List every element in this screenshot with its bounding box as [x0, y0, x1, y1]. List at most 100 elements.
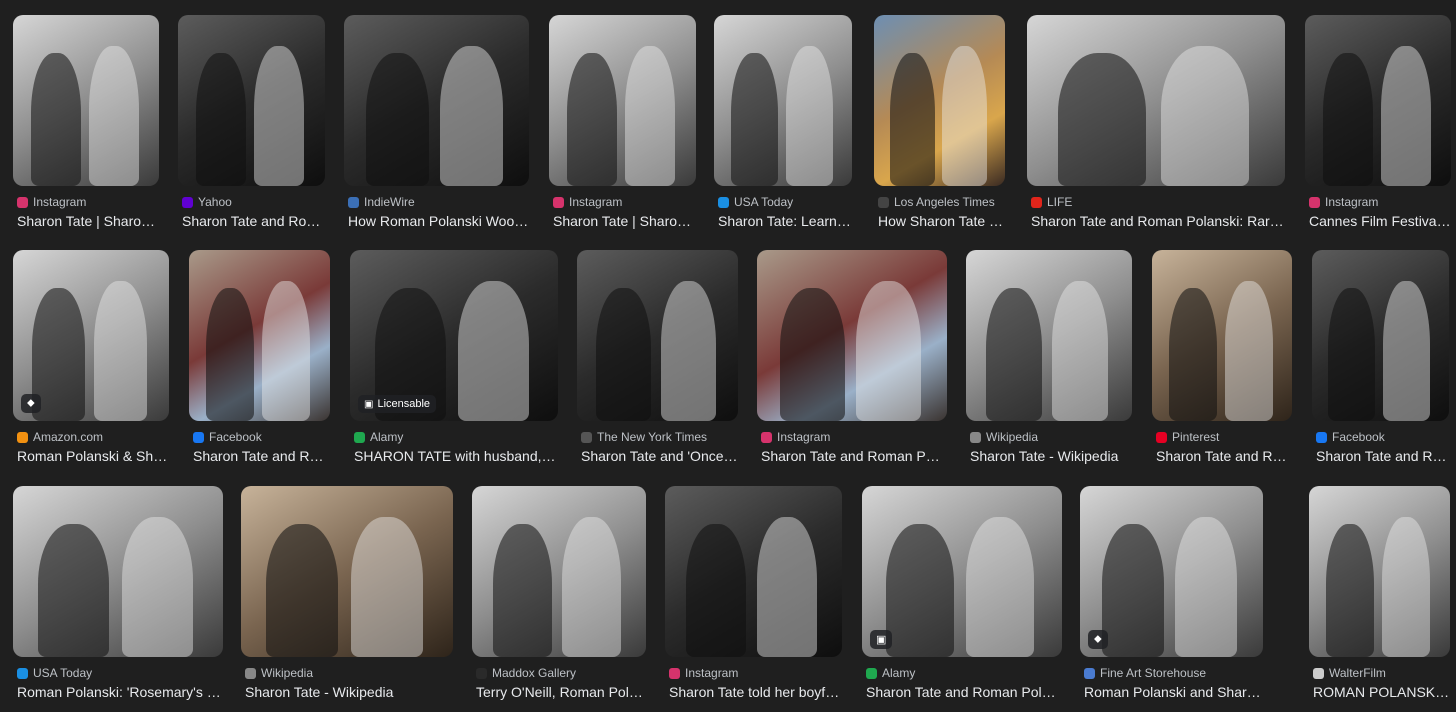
- result-thumbnail[interactable]: [344, 15, 529, 186]
- result-source[interactable]: Fine Art Storehouse: [1084, 665, 1263, 681]
- result-source[interactable]: Yahoo: [182, 194, 325, 210]
- image-result-card[interactable]: Maddox Gallery Terry O'Neill, Roman Polan…: [472, 486, 646, 707]
- result-thumbnail[interactable]: [757, 250, 947, 421]
- result-source[interactable]: Wikipedia: [245, 665, 453, 681]
- result-source[interactable]: Facebook: [1316, 429, 1449, 445]
- result-source[interactable]: The New York Times: [581, 429, 738, 445]
- image-result-card[interactable]: Wikipedia Sharon Tate - Wikipedia: [966, 250, 1132, 471]
- image-result-card[interactable]: IndieWire How Roman Polanski Wooed Sharon…: [344, 15, 529, 236]
- result-thumbnail[interactable]: ⬥: [13, 250, 169, 421]
- image-result-card[interactable]: WalterFilm ROMAN POLANSKI, SHARON TATE: [1309, 486, 1450, 707]
- result-title[interactable]: Terry O'Neill, Roman Polanski and Sharon…: [476, 684, 646, 700]
- result-title[interactable]: Sharon Tate | Sharon Tate and Roman Pola…: [553, 213, 696, 229]
- result-thumbnail[interactable]: [1305, 15, 1451, 186]
- result-source[interactable]: Los Angeles Times: [878, 194, 1005, 210]
- photo-figure: [625, 46, 675, 186]
- source-name: Instagram: [1325, 195, 1379, 209]
- image-result-card[interactable]: ⬥ Amazon.com Roman Polanski & Sharon Tate: [13, 250, 169, 471]
- result-source[interactable]: Instagram: [17, 194, 159, 210]
- image-result-card[interactable]: Instagram Sharon Tate | Sharon Tate and R…: [13, 15, 159, 236]
- result-source[interactable]: USA Today: [718, 194, 852, 210]
- result-thumbnail[interactable]: [241, 486, 453, 657]
- result-thumbnail[interactable]: [472, 486, 646, 657]
- result-thumbnail[interactable]: [178, 15, 325, 186]
- result-title[interactable]: Sharon Tate told her boyfriend: [669, 684, 842, 700]
- result-thumbnail[interactable]: ▣: [862, 486, 1062, 657]
- result-thumbnail[interactable]: [577, 250, 738, 421]
- result-thumbnail[interactable]: [1312, 250, 1449, 421]
- result-title[interactable]: Roman Polanski and Sharon Tate: [1084, 684, 1263, 700]
- image-result-card[interactable]: USA Today Sharon Tate: Learn about her li…: [714, 15, 852, 236]
- result-source[interactable]: Facebook: [193, 429, 330, 445]
- image-result-card[interactable]: Yahoo Sharon Tate and Roman Polanski: [178, 15, 325, 236]
- result-source[interactable]: Instagram: [1309, 194, 1451, 210]
- image-result-card[interactable]: Instagram Sharon Tate | Sharon Tate and R…: [549, 15, 696, 236]
- result-thumbnail[interactable]: [1152, 250, 1292, 421]
- image-result-card[interactable]: The New York Times Sharon Tate and 'Once …: [577, 250, 738, 471]
- result-title[interactable]: Sharon Tate and Roman Polanski: [1156, 448, 1292, 464]
- result-thumbnail[interactable]: ▣ Licensable: [350, 250, 558, 421]
- result-thumbnail[interactable]: [714, 15, 852, 186]
- result-title[interactable]: Sharon Tate: Learn about her life: [718, 213, 852, 229]
- result-source[interactable]: Instagram: [669, 665, 842, 681]
- result-title[interactable]: Sharon Tate and 'Once Upon a Time in Hol…: [581, 448, 738, 464]
- result-source[interactable]: Alamy: [866, 665, 1062, 681]
- result-thumbnail[interactable]: [549, 15, 696, 186]
- latimes-icon: [878, 196, 889, 208]
- image-result-card[interactable]: Facebook Sharon Tate and Roman Polanski: [189, 250, 330, 471]
- photo-figure: [1326, 524, 1374, 657]
- result-source[interactable]: USA Today: [17, 665, 223, 681]
- result-title[interactable]: ROMAN POLANSKI, SHARON TATE: [1313, 684, 1450, 700]
- result-title[interactable]: SHARON TATE with husband, director Roman…: [354, 448, 558, 464]
- image-result-card[interactable]: LIFE Sharon Tate and Roman Polanski: Rare…: [1027, 15, 1285, 236]
- result-thumbnail[interactable]: [1309, 486, 1450, 657]
- result-thumbnail[interactable]: [13, 486, 223, 657]
- image-result-card[interactable]: Wikipedia Sharon Tate - Wikipedia: [241, 486, 453, 707]
- result-source[interactable]: WalterFilm: [1313, 665, 1450, 681]
- image-result-card[interactable]: Facebook Sharon Tate and Roman Polanski: [1312, 250, 1449, 471]
- result-source[interactable]: Maddox Gallery: [476, 665, 646, 681]
- result-title[interactable]: Sharon Tate and Roman Polanski: Rare and…: [1031, 213, 1285, 229]
- source-name: WalterFilm: [1329, 666, 1386, 680]
- image-result-card[interactable]: ▣ Alamy Sharon Tate and Roman Polanski wed…: [862, 486, 1062, 707]
- result-title[interactable]: Sharon Tate - Wikipedia: [245, 684, 453, 700]
- result-title[interactable]: Roman Polanski & Sharon Tate: [17, 448, 169, 464]
- result-title[interactable]: Roman Polanski: 'Rosemary's Baby' direct…: [17, 684, 223, 700]
- result-thumbnail[interactable]: [1027, 15, 1285, 186]
- result-source[interactable]: LIFE: [1031, 194, 1285, 210]
- result-thumbnail[interactable]: [13, 15, 159, 186]
- image-result-card[interactable]: ▣ Licensable Alamy SHARON TATE with husband…: [350, 250, 558, 471]
- result-title[interactable]: How Roman Polanski Wooed Sharon Tate: [348, 213, 529, 229]
- image-result-card[interactable]: ⬥ Fine Art Storehouse Roman Polanski and S…: [1080, 486, 1263, 707]
- result-source[interactable]: Pinterest: [1156, 429, 1292, 445]
- image-result-card[interactable]: Instagram Sharon Tate and Roman Polanski …: [757, 250, 947, 471]
- result-source[interactable]: Instagram: [761, 429, 947, 445]
- result-thumbnail[interactable]: [189, 250, 330, 421]
- image-result-card[interactable]: Pinterest Sharon Tate and Roman Polanski: [1152, 250, 1292, 471]
- image-result-card[interactable]: USA Today Roman Polanski: 'Rosemary's Bab…: [13, 486, 223, 707]
- result-source[interactable]: Wikipedia: [970, 429, 1132, 445]
- result-thumbnail[interactable]: [966, 250, 1132, 421]
- result-title[interactable]: Sharon Tate and Roman Polanski: [182, 213, 325, 229]
- result-thumbnail[interactable]: [665, 486, 842, 657]
- result-title[interactable]: Sharon Tate and Roman Polanski: [193, 448, 330, 464]
- image-result-card[interactable]: Instagram Cannes Film Festival, 1968: [1305, 15, 1451, 236]
- result-source[interactable]: Amazon.com: [17, 429, 169, 445]
- result-title[interactable]: Sharon Tate | Sharon Tate and Roman Pola…: [17, 213, 159, 229]
- source-name: Yahoo: [198, 195, 232, 209]
- image-result-card[interactable]: Los Angeles Times How Sharon Tate tragedy…: [874, 15, 1005, 236]
- result-title[interactable]: Sharon Tate and Roman Polanski: [1316, 448, 1449, 464]
- result-title[interactable]: Sharon Tate - Wikipedia: [970, 448, 1132, 464]
- result-source[interactable]: Alamy: [354, 429, 558, 445]
- result-title[interactable]: Sharon Tate and Roman Polanski wedding: [761, 448, 947, 464]
- result-meta: Instagram Sharon Tate told her boyfriend: [669, 665, 842, 700]
- result-thumbnail[interactable]: ⬥: [1080, 486, 1263, 657]
- result-title[interactable]: Cannes Film Festival, 1968: [1309, 213, 1451, 229]
- photo-figure: [1102, 524, 1164, 657]
- result-thumbnail[interactable]: [874, 15, 1005, 186]
- result-title[interactable]: Sharon Tate and Roman Polanski wedding: [866, 684, 1062, 700]
- image-result-card[interactable]: Instagram Sharon Tate told her boyfriend: [665, 486, 842, 707]
- result-title[interactable]: How Sharon Tate tragedy changed Hollywoo…: [878, 213, 1005, 229]
- result-source[interactable]: Instagram: [553, 194, 696, 210]
- result-source[interactable]: IndieWire: [348, 194, 529, 210]
